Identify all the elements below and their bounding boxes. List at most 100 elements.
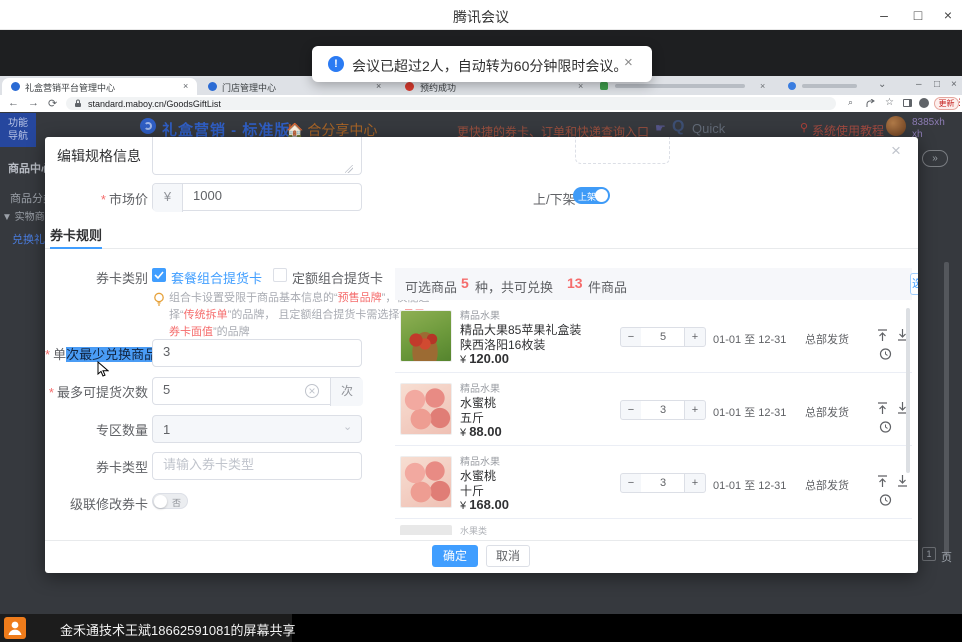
tab-close-icon[interactable]: × [578, 81, 583, 91]
card-category-option-2[interactable]: 定额组合提货卡 [292, 268, 383, 287]
page-scrollbar[interactable] [944, 262, 949, 557]
shelf-toggle[interactable]: 上架 [573, 187, 610, 204]
plus-button[interactable]: + [684, 327, 706, 347]
pagination-current[interactable]: 1 [922, 547, 936, 561]
quick-q-icon[interactable]: Q [672, 118, 684, 136]
product-row: 精品水果 水蜜桃 十斤 ¥ 168.00 − 3 + 01-01 至 12-31… [395, 446, 912, 519]
tab-card-rules[interactable]: 券卡规则 [50, 225, 102, 244]
checkbox-unchecked-icon[interactable] [273, 268, 287, 282]
share-source-text: 金禾通技术王斌18662591081的屏幕共享 [60, 620, 296, 639]
browser-close-icon[interactable]: × [951, 79, 957, 90]
site-nav-badge[interactable]: 功能 导航 [0, 113, 36, 147]
minus-button[interactable]: − [620, 327, 642, 347]
meeting-title: 腾讯会议 [0, 7, 962, 27]
url-text: standard.maboy.cn/GoodsGiftList [88, 99, 221, 109]
product-image [400, 456, 452, 508]
maximize-icon[interactable]: □ [904, 4, 932, 26]
checkbox-checked-icon[interactable] [152, 268, 166, 282]
browser-minimize-icon[interactable]: – [916, 79, 922, 90]
quantity-value[interactable]: 3 [641, 400, 685, 420]
edit-spec-modal: 编辑规格信息 × *市场价 ¥ 上/下架 上架 券卡规则 券卡类别 [45, 137, 918, 573]
back-icon[interactable]: ← [8, 97, 19, 109]
card-type-value[interactable] [163, 457, 353, 472]
cancel-button[interactable]: 取消 [486, 545, 530, 567]
clock-icon[interactable] [879, 347, 892, 361]
valid-date-range: 01-01 至 12-31 [713, 477, 786, 493]
product-list: 精品水果 精品大果85苹果礼盒装 陕西洛阳16枚装 ¥ 120.00 − 5 +… [395, 300, 912, 535]
product-image [400, 310, 452, 362]
market-price-value[interactable] [193, 188, 353, 203]
plus-button[interactable]: + [684, 400, 706, 420]
valid-date-range: 01-01 至 12-31 [713, 331, 786, 347]
tab-close-icon[interactable]: × [760, 81, 765, 91]
minus-button[interactable]: − [620, 473, 642, 493]
quantity-value[interactable]: 5 [641, 327, 685, 347]
user-id: 8385xh [912, 117, 945, 128]
quick-label[interactable]: Quick [692, 121, 725, 136]
exchange-count: 13 [567, 275, 583, 291]
textarea-resize-handle[interactable] [345, 165, 353, 173]
move-to-top-icon[interactable] [876, 474, 889, 488]
delivery-source: 总部发货 [805, 331, 849, 347]
market-price-input[interactable]: ¥ [152, 183, 362, 211]
ghost-tab-favicon[interactable] [600, 82, 608, 90]
card-type-input[interactable] [152, 452, 362, 480]
pagination-label: 页 [941, 549, 952, 565]
scrolled-textarea[interactable] [152, 137, 362, 175]
banner-close-icon[interactable]: × [624, 54, 633, 71]
quantity-stepper: − 3 + [620, 400, 706, 420]
close-icon[interactable]: × [934, 4, 962, 26]
product-category: 精品水果 [460, 453, 500, 468]
move-to-top-icon[interactable] [876, 328, 889, 342]
browser-menu-chevron-icon[interactable]: ⌄ [878, 79, 886, 90]
participant-icon[interactable] [4, 617, 26, 639]
move-to-top-icon[interactable] [876, 401, 889, 415]
share-icon[interactable] [866, 99, 876, 108]
minimize-icon[interactable]: – [870, 4, 898, 26]
sidebar-item-physical-goods[interactable]: ▼ 实物商品 [2, 208, 48, 223]
clock-icon[interactable] [879, 493, 892, 507]
zone-count-label: 专区数量 [45, 420, 148, 439]
min-exchange-input[interactable] [152, 339, 362, 367]
tab-close-icon[interactable]: × [183, 81, 188, 91]
summary-text: 件商品 [588, 277, 627, 296]
browser-menu-dots-icon[interactable]: ⋮ [955, 97, 962, 108]
sidepanel-icon[interactable] [903, 99, 912, 107]
choose-goods-button[interactable]: 选择商品 [910, 273, 918, 295]
forward-icon[interactable]: → [28, 97, 39, 109]
plus-button[interactable]: + [684, 473, 706, 493]
product-list-scrollbar[interactable] [906, 308, 910, 473]
move-to-bottom-icon[interactable] [896, 474, 909, 488]
clear-input-icon[interactable]: × [305, 384, 319, 398]
browser-tab-active[interactable]: 礼盒营销平台管理中心 × [2, 78, 197, 95]
expand-chevrons-button[interactable]: » [922, 150, 948, 167]
product-price: ¥ 88.00 [460, 424, 502, 439]
cascade-toggle[interactable]: 否 [152, 493, 188, 509]
modal-close-icon[interactable]: × [891, 141, 901, 161]
meeting-banner: ! 会议已超过2人，自动转为60分钟限时会议。 × [312, 46, 652, 82]
zone-count-select[interactable]: 1 ⌄ [152, 415, 362, 443]
max-pickup-input[interactable]: × 次 [152, 377, 362, 405]
browser-maximize-icon[interactable]: □ [934, 79, 940, 90]
min-exchange-value[interactable] [163, 344, 353, 359]
ghost-tab-label [802, 84, 857, 88]
max-pickup-value[interactable] [163, 382, 298, 397]
card-category-option-1[interactable]: 套餐组合提货卡 [171, 268, 262, 287]
ghost-tab-favicon[interactable] [788, 82, 796, 90]
clock-icon[interactable] [879, 420, 892, 434]
refresh-icon[interactable]: ⟳ [48, 97, 57, 110]
star-icon[interactable]: ☆ [885, 97, 894, 108]
scrolled-uploader[interactable] [575, 137, 670, 164]
product-row: 精品水果 精品大果85苹果礼盒装 陕西洛阳16枚装 ¥ 120.00 − 5 +… [395, 300, 912, 373]
quantity-value[interactable]: 3 [641, 473, 685, 493]
tab-favicon [11, 82, 20, 91]
minus-button[interactable]: − [620, 400, 642, 420]
zoom-icon[interactable]: ⌕ [848, 97, 853, 108]
user-avatar[interactable] [886, 116, 906, 136]
confirm-button[interactable]: 确定 [432, 545, 478, 567]
profile-avatar-icon[interactable] [919, 98, 929, 108]
url-bar[interactable]: standard.maboy.cn/GoodsGiftList [66, 97, 836, 110]
share-status-bar: 金禾通技术王斌18662591081的屏幕共享 [0, 614, 962, 642]
tab-close-icon[interactable]: × [376, 81, 381, 91]
lock-icon [74, 99, 82, 108]
